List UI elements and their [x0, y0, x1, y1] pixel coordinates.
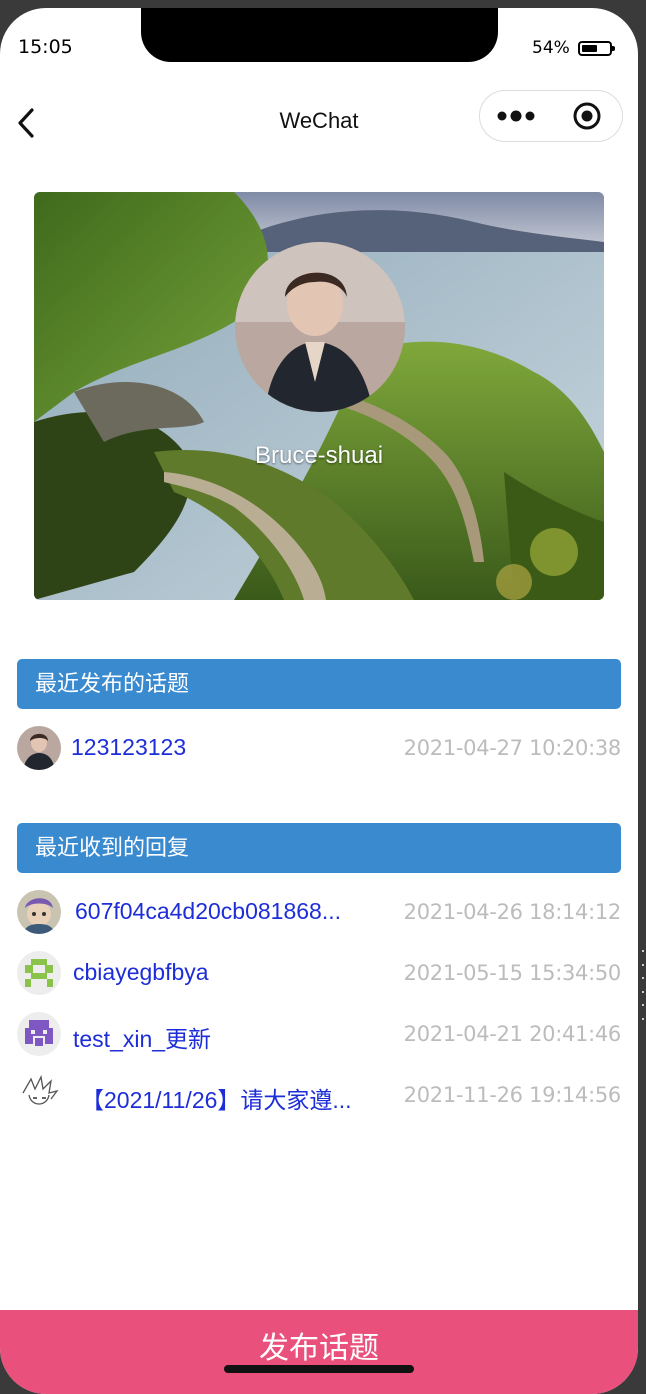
phone-screen: 15:05 54% WeChat Bruce-shuai 最近发布的话题 123… [0, 8, 638, 1394]
notch [141, 8, 498, 62]
status-time: 15:05 [18, 36, 73, 58]
topic-time: 2021-04-27 10:20:38 [403, 736, 622, 760]
home-indicator [224, 1365, 414, 1373]
reply-row[interactable]: 607f04ca4d20cb081868... 2021-04-26 18:14… [17, 888, 621, 936]
user-avatar [17, 726, 61, 770]
publish-topic-button[interactable]: 发布话题 [0, 1310, 638, 1394]
topic-title[interactable]: 123123123 [71, 734, 186, 761]
reply-time: 2021-04-21 20:41:46 [403, 1022, 622, 1046]
cartoon-avatar-icon [17, 890, 61, 934]
reply-row[interactable]: test_xin_更新 2021-04-21 20:41:46 [17, 1010, 621, 1058]
topic-row[interactable]: 123123123 2021-04-27 10:20:38 [17, 724, 621, 772]
reply-title[interactable]: cbiayegbfbya [73, 959, 209, 986]
recent-topics-header: 最近发布的话题 [17, 659, 621, 709]
recent-replies-header: 最近收到的回复 [17, 823, 621, 873]
reply-title[interactable]: 【2021/11/26】请大家遵... [81, 1081, 352, 1115]
purple-pixel-avatar-icon [17, 1012, 61, 1056]
profile-banner: Bruce-shuai [34, 192, 604, 600]
miniprogram-capsule [479, 90, 623, 142]
reply-row[interactable]: cbiayegbfbya 2021-05-15 15:34:50 [17, 949, 621, 997]
reply-title[interactable]: test_xin_更新 [73, 1020, 211, 1054]
status-battery: 54% [532, 38, 615, 58]
reply-time: 2021-04-26 18:14:12 [403, 900, 622, 924]
battery-percent: 54% [532, 38, 570, 58]
sketch-avatar-icon [17, 1073, 61, 1117]
reply-time: 2021-05-15 15:34:50 [403, 961, 622, 985]
profile-avatar[interactable] [235, 242, 405, 412]
reply-time: 2021-11-26 19:14:56 [403, 1083, 622, 1107]
profile-name: Bruce-shuai [254, 442, 384, 469]
reply-row[interactable]: 【2021/11/26】请大家遵... 2021-11-26 19:14:56 [17, 1071, 621, 1119]
reply-title[interactable]: 607f04ca4d20cb081868... [75, 898, 341, 925]
close-miniprogram-icon[interactable] [551, 91, 622, 141]
scrollbar[interactable] [640, 950, 646, 1020]
more-menu-icon[interactable] [480, 91, 551, 141]
battery-icon [577, 40, 615, 56]
green-pixel-avatar-icon [17, 951, 61, 995]
